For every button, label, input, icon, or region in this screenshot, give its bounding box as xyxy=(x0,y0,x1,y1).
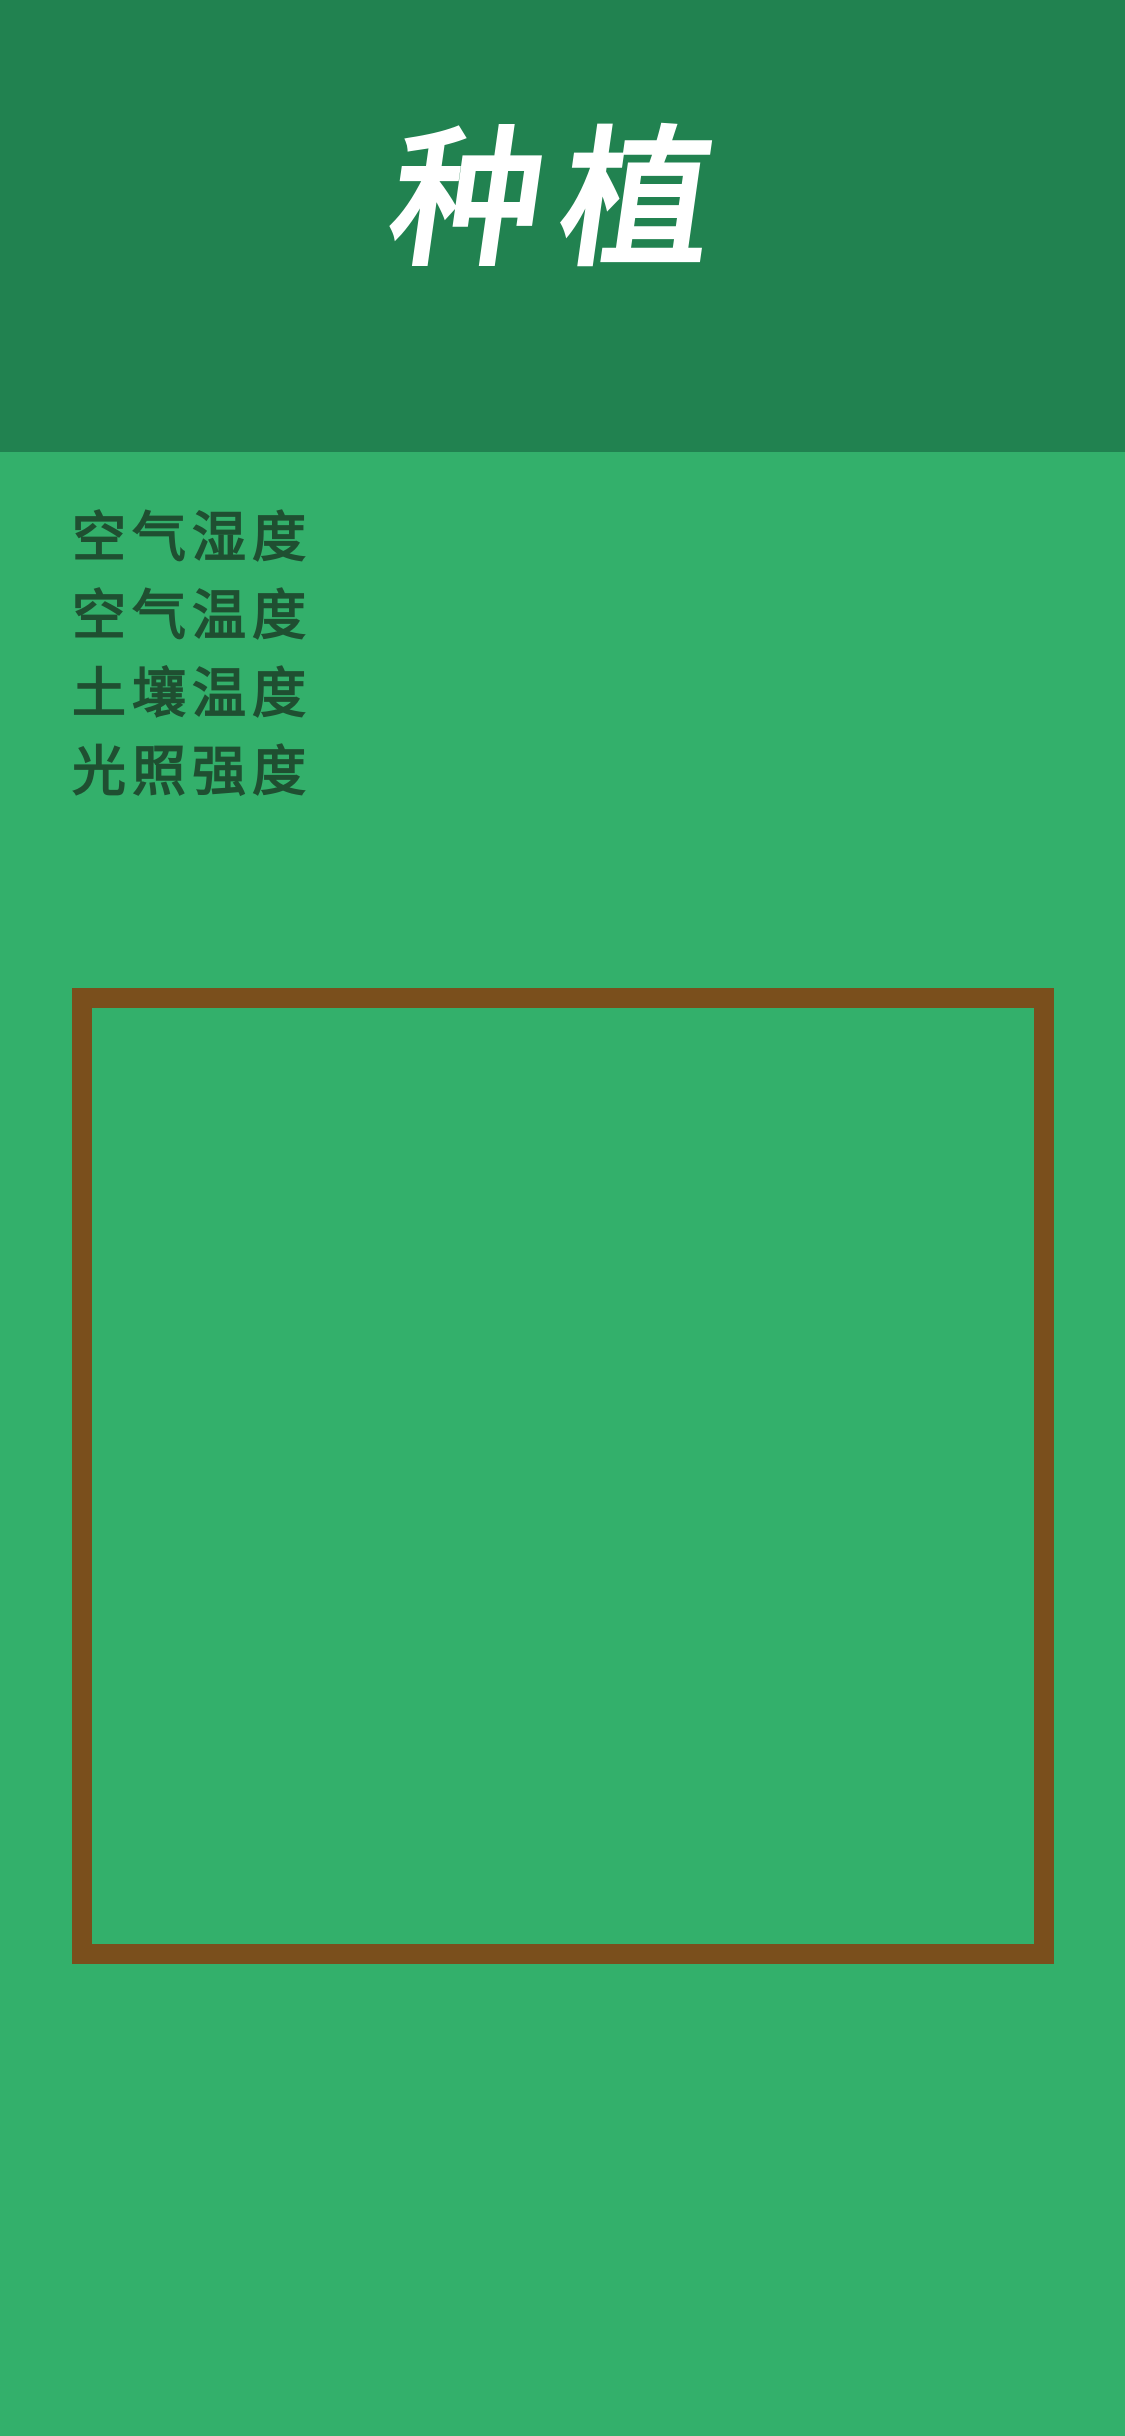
page-title: 种植 xyxy=(380,112,745,288)
planting-screen: 种植 空气湿度 空气温度 土壤温度 光照强度 xyxy=(0,0,1125,2436)
air-temperature-label: 空气温度 xyxy=(72,583,312,647)
app-header: 种植 xyxy=(0,0,1125,452)
sensor-readings-list: 空气湿度 空气温度 土壤温度 光照强度 xyxy=(72,498,472,810)
air-humidity-label: 空气湿度 xyxy=(72,505,312,569)
planting-area-frame xyxy=(72,988,1054,1964)
soil-temperature-label: 土壤温度 xyxy=(72,661,312,725)
light-intensity-label: 光照强度 xyxy=(72,739,312,803)
